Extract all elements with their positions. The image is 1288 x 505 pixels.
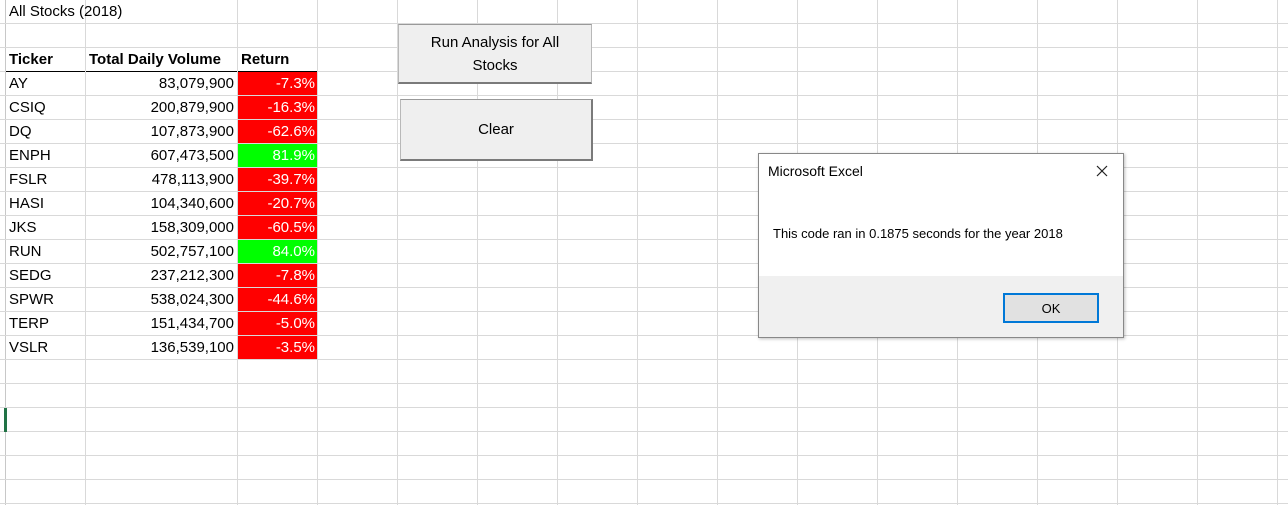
clear-button[interactable]: Clear (400, 99, 593, 161)
volume-cell[interactable]: 151,434,700 (86, 312, 234, 336)
return-cell[interactable]: -60.5% (238, 216, 317, 239)
ticker-cell[interactable]: ENPH (9, 144, 51, 168)
volume-cell[interactable]: 136,539,100 (86, 336, 234, 360)
return-cell[interactable]: -7.8% (238, 264, 317, 287)
ticker-cell[interactable]: FSLR (9, 168, 47, 192)
return-cell[interactable]: -20.7% (238, 192, 317, 215)
return-cell[interactable]: -44.6% (238, 288, 317, 311)
ticker-cell[interactable]: SPWR (9, 288, 54, 312)
return-cell[interactable]: 84.0% (238, 240, 317, 263)
header-total-daily-volume[interactable]: Total Daily Volume (89, 48, 221, 72)
ticker-cell[interactable]: SEDG (9, 264, 52, 288)
dialog-message: This code ran in 0.1875 seconds for the … (773, 226, 1063, 241)
sheet-title[interactable]: All Stocks (2018) (9, 0, 122, 24)
ticker-cell[interactable]: DQ (9, 120, 32, 144)
volume-cell[interactable]: 237,212,300 (86, 264, 234, 288)
ticker-cell[interactable]: AY (9, 72, 28, 96)
ticker-cell[interactable]: JKS (9, 216, 37, 240)
ticker-cell[interactable]: RUN (9, 240, 42, 264)
header-ticker[interactable]: Ticker (9, 48, 53, 72)
return-cell[interactable]: -5.0% (238, 312, 317, 335)
volume-cell[interactable]: 83,079,900 (86, 72, 234, 96)
volume-cell[interactable]: 607,473,500 (86, 144, 234, 168)
return-cell[interactable]: -3.5% (238, 336, 317, 359)
message-dialog: Microsoft Excel This code ran in 0.1875 … (758, 153, 1124, 338)
ticker-cell[interactable]: VSLR (9, 336, 48, 360)
dialog-title: Microsoft Excel (768, 163, 863, 179)
close-icon[interactable] (1091, 160, 1113, 182)
volume-cell[interactable]: 158,309,000 (86, 216, 234, 240)
volume-cell[interactable]: 502,757,100 (86, 240, 234, 264)
return-cell[interactable]: -7.3% (238, 72, 317, 95)
run-analysis-label-line2: Stocks (472, 56, 518, 74)
return-cell[interactable]: -39.7% (238, 168, 317, 191)
ok-button-label: OK (1041, 300, 1061, 316)
ticker-cell[interactable]: CSIQ (9, 96, 46, 120)
ticker-cell[interactable]: TERP (9, 312, 49, 336)
return-cell[interactable]: 81.9% (238, 144, 317, 167)
return-cell[interactable]: -16.3% (238, 96, 317, 119)
ticker-cell[interactable]: HASI (9, 192, 44, 216)
volume-cell[interactable]: 107,873,900 (86, 120, 234, 144)
selected-row-marker (4, 408, 7, 432)
dialog-footer: OK (759, 276, 1123, 337)
ok-button[interactable]: OK (1003, 293, 1099, 323)
volume-cell[interactable]: 538,024,300 (86, 288, 234, 312)
volume-cell[interactable]: 200,879,900 (86, 96, 234, 120)
clear-button-label: Clear (478, 121, 514, 138)
header-return[interactable]: Return (241, 48, 289, 72)
volume-cell[interactable]: 478,113,900 (86, 168, 234, 192)
run-analysis-label-line1: Run Analysis for All (430, 33, 560, 51)
volume-cell[interactable]: 104,340,600 (86, 192, 234, 216)
run-analysis-button[interactable]: Run Analysis for All Stocks (398, 24, 592, 84)
row-header-edge (5, 0, 6, 505)
return-cell[interactable]: -62.6% (238, 120, 317, 143)
